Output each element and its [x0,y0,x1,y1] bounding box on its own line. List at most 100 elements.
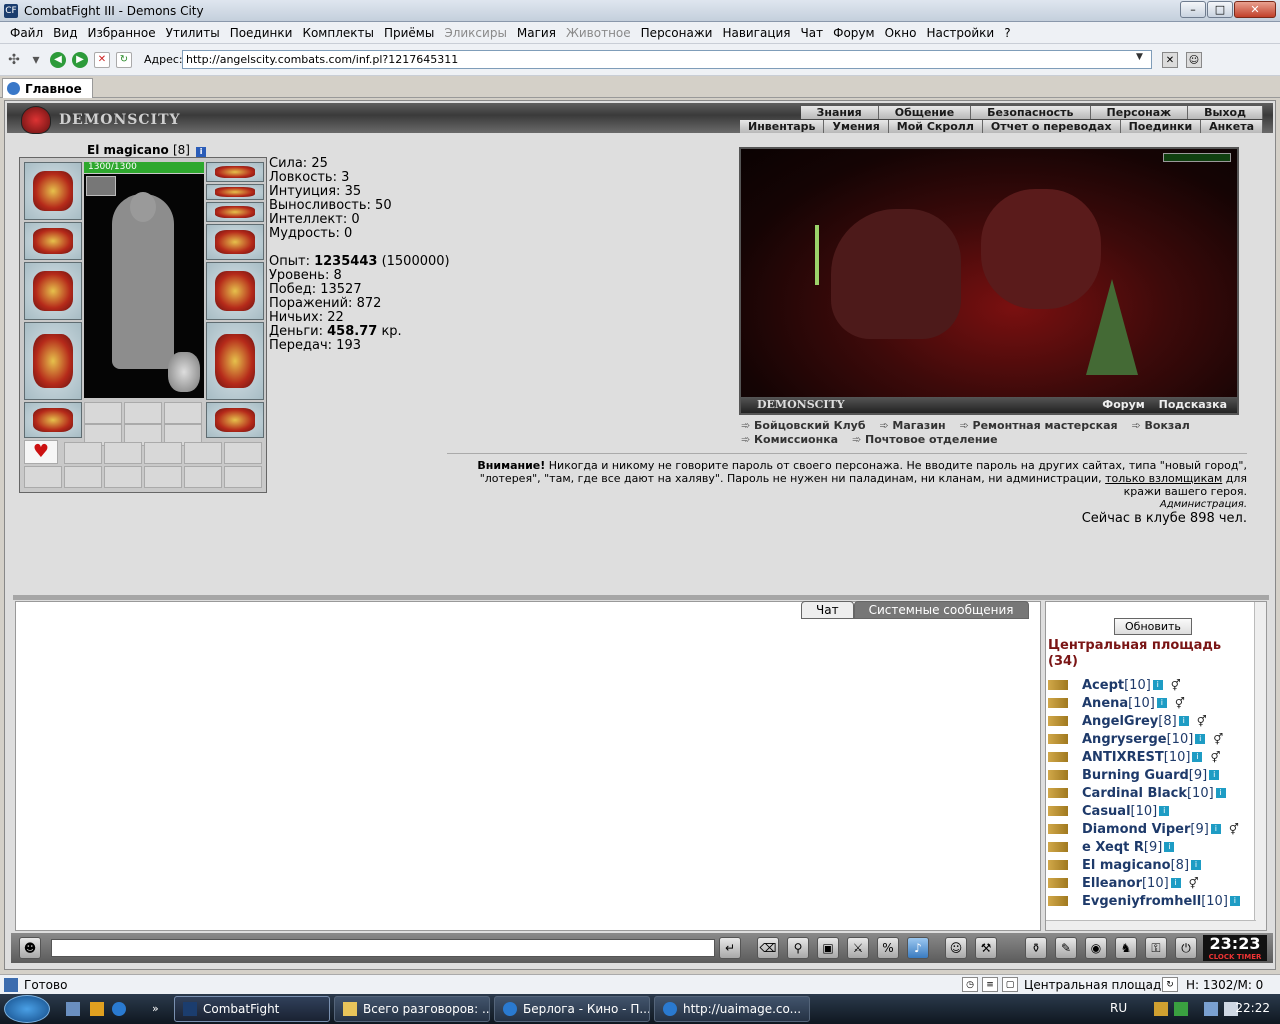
invite-icon[interactable]: ⚥ [1213,733,1223,746]
shield-slot[interactable] [206,262,264,320]
knight-icon[interactable]: ♞ [1115,937,1137,959]
tray-icon-1[interactable] [1154,1002,1168,1016]
user-name[interactable]: Casual [1082,804,1131,819]
user-name[interactable]: Acept [1082,678,1124,693]
user-name[interactable]: Evgeniyfromhell [1082,894,1201,909]
user-info-icon[interactable]: i [1152,680,1163,690]
quicklaunch-more-icon[interactable]: » [152,1002,166,1016]
media-player-icon[interactable] [90,1002,104,1016]
user-name[interactable]: Anena [1082,696,1128,711]
menu-navigation[interactable]: Навигация [722,26,790,40]
menu-window[interactable]: Окно [885,26,917,40]
user-name[interactable]: El magicano [1082,858,1171,873]
smiley-menu-icon[interactable]: ☻ [19,937,41,959]
pin-icon[interactable]: ✣ [6,52,22,68]
rings-slot[interactable] [206,202,264,222]
private-message-icon[interactable] [1048,824,1068,834]
private-message-icon[interactable] [1048,806,1068,816]
helmet-icon[interactable]: ⚒ [975,937,997,959]
boots-slot[interactable] [206,402,264,438]
place-post[interactable]: Почтовое отделение [852,433,998,446]
tab-system-messages[interactable]: Системные сообщения [853,601,1029,619]
scroll-slot-4[interactable] [184,442,222,464]
nav-my-scroll[interactable]: Мой Скролл [888,120,983,133]
weapon-slot[interactable] [24,262,82,320]
address-input[interactable] [182,50,1152,69]
potion-slot-1[interactable] [84,402,122,424]
scroll-slot-8[interactable] [104,466,142,488]
tool-close-icon[interactable]: ✕ [1162,52,1178,68]
eye-icon[interactable]: ◉ [1085,937,1107,959]
potion-slot-2[interactable] [124,402,162,424]
tray-icon-2[interactable] [1174,1002,1188,1016]
scroll-slot-2[interactable] [104,442,142,464]
rock-building[interactable] [831,209,961,339]
menu-sets[interactable]: Комплекты [302,26,374,40]
language-indicator[interactable]: RU [1110,1001,1127,1015]
back-icon[interactable]: ◀ [50,51,66,68]
invite-icon[interactable]: ⚥ [1189,877,1199,890]
nav-inventory[interactable]: Инвентарь [740,120,825,133]
private-message-icon[interactable] [1048,860,1068,870]
taskbar-folder[interactable]: Всего разговоров: ... [334,996,490,1022]
user-name[interactable]: Diamond Viper [1082,822,1190,837]
menu-techniques[interactable]: Приёмы [384,26,434,40]
exit-icon[interactable]: ⏻ [1175,937,1197,959]
invite-icon[interactable]: ⚥ [1210,751,1220,764]
invite-icon[interactable]: ⚥ [1175,697,1185,710]
chat-splitter[interactable] [13,595,1269,600]
invite-icon[interactable]: ⚥ [1171,679,1181,692]
place-shop[interactable]: Магазин [879,419,945,432]
earrings-slot[interactable] [206,162,264,182]
christmas-tree[interactable] [1086,279,1138,375]
bag-icon[interactable]: ⚱ [1025,937,1047,959]
user-info-icon[interactable]: i [1192,752,1203,762]
refresh-icon[interactable]: ↻ [116,51,132,68]
menu-fights[interactable]: Поединки [230,26,293,40]
heart-icon[interactable]: ♥ [24,440,58,464]
belt-slot[interactable] [24,402,82,438]
dropdown-arrow-icon[interactable]: ▾ [28,52,44,68]
nav-profile[interactable]: Анкета [1201,120,1263,133]
private-message-icon[interactable] [1048,698,1068,708]
nav-knowledge[interactable]: Знания [800,106,879,119]
menu-view[interactable]: Вид [53,26,77,40]
show-desktop-icon[interactable] [66,1002,80,1016]
send-icon[interactable]: ↵ [719,937,741,959]
start-button[interactable] [4,995,50,1023]
network-icon[interactable] [1204,1002,1218,1016]
private-message-icon[interactable] [1048,716,1068,726]
maximize-button[interactable]: □ [1207,1,1233,18]
amulet-slot[interactable] [206,184,264,200]
private-message-icon[interactable] [1048,734,1068,744]
scroll-slot-6[interactable] [24,466,62,488]
taskbar-ie-1[interactable]: Берлога - Кино - П... [494,996,650,1022]
user-name[interactable]: Elleanor [1082,876,1142,891]
menu-file[interactable]: Файл [10,26,43,40]
status-square-icon[interactable]: ▢ [1002,977,1018,992]
user-name[interactable]: Cardinal Black [1082,786,1187,801]
nav-transfer-report[interactable]: Отчет о переводах [982,120,1121,133]
scroll-slot-9[interactable] [144,466,182,488]
spire-building[interactable] [815,225,819,285]
scroll-slot-10[interactable] [184,466,222,488]
save-icon[interactable]: ▣ [817,937,839,959]
place-commission[interactable]: Комиссионка [741,433,838,446]
smile-icon[interactable]: ☺ [945,937,967,959]
character-portrait[interactable] [84,174,204,398]
user-name[interactable]: Angryserge [1082,732,1167,747]
cave-building[interactable] [981,189,1101,309]
menu-elixirs[interactable]: Эликсиры [444,26,507,40]
menu-settings[interactable]: Настройки [926,26,994,40]
menu-help[interactable]: ? [1004,26,1010,40]
eraser-icon[interactable]: ⌫ [757,937,779,959]
music-icon[interactable]: ♪ [907,937,929,959]
fight-icon[interactable]: ⚔ [847,937,869,959]
private-message-icon[interactable] [1048,896,1068,906]
scroll-slot-1[interactable] [64,442,102,464]
invite-icon[interactable]: ⚥ [1229,823,1239,836]
user-info-icon[interactable]: i [1209,770,1220,780]
bracers-slot[interactable] [24,222,82,260]
status-refresh-icon[interactable]: ↻ [1162,977,1178,992]
private-message-icon[interactable] [1048,788,1068,798]
